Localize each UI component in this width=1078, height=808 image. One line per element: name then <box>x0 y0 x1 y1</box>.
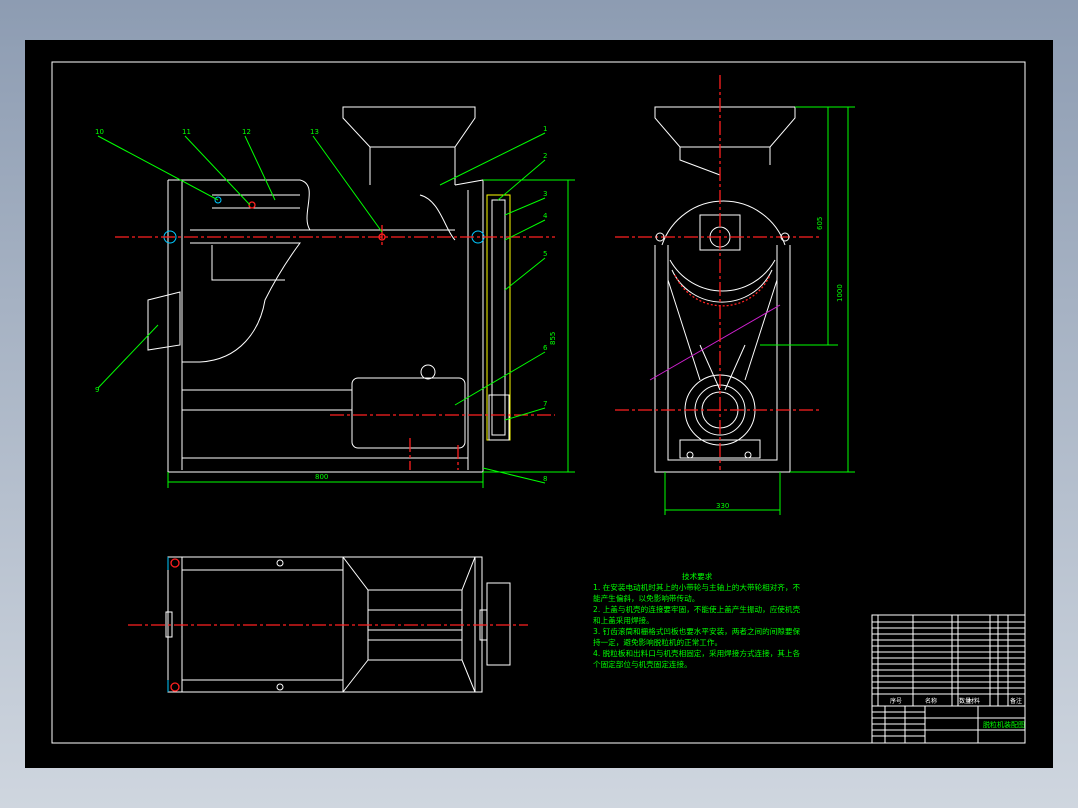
cad-drawing: 855 800 10 11 12 13 1 2 3 4 5 6 7 8 9 60… <box>25 40 1053 768</box>
header-material: 材料 <box>968 697 980 705</box>
part-label: 9 <box>95 386 99 394</box>
note-line: 2. 上盖与机壳的连接要牢固，不能使上盖产生振动，应使机壳 <box>593 604 800 614</box>
header-remark: 备注 <box>1010 697 1022 705</box>
note-line: 和上盖采用焊接。 <box>593 615 654 625</box>
dimension-front-height: 855 <box>549 332 557 345</box>
note-line: 4. 脱粒板和出料口与机壳相固定，采用焊接方式连接，其上各 <box>593 648 800 658</box>
part-label: 10 <box>95 128 104 136</box>
note-line: 个固定部位与机壳固定连接。 <box>593 659 692 669</box>
part-label: 8 <box>543 475 547 483</box>
part-label: 11 <box>182 128 191 136</box>
part-label: 5 <box>543 250 547 258</box>
part-label: 6 <box>543 344 548 352</box>
part-label: 7 <box>543 400 547 408</box>
dimension-side-width: 330 <box>716 502 729 510</box>
drawing-title: 脱粒机装配图 <box>983 720 1025 729</box>
note-line: 能产生偏斜，以免影响带传动。 <box>593 593 699 603</box>
notes-title: 技术要求 <box>682 571 713 581</box>
part-label: 1 <box>543 125 547 133</box>
dimension-side-upper: 605 <box>816 217 824 230</box>
dimension-front-width: 800 <box>315 473 328 481</box>
header-index: 序号 <box>890 697 902 705</box>
note-line: 1. 在安装电动机时其上的小带轮与主轴上的大带轮相对齐，不 <box>593 582 800 592</box>
header-name: 名称 <box>925 697 937 705</box>
part-label: 4 <box>543 212 548 220</box>
part-label: 3 <box>543 190 547 198</box>
part-label: 13 <box>310 128 319 136</box>
note-line: 3. 钉齿滚筒和栅格式凹板也要水平安装，两者之间的间隙要保 <box>593 626 800 636</box>
part-label: 2 <box>543 152 547 160</box>
part-label: 12 <box>242 128 251 136</box>
dimension-side-total: 1000 <box>836 284 844 302</box>
drawing-sheet <box>25 40 1053 768</box>
note-line: 持一定，避免影响脱粒机的正常工作。 <box>593 637 722 647</box>
